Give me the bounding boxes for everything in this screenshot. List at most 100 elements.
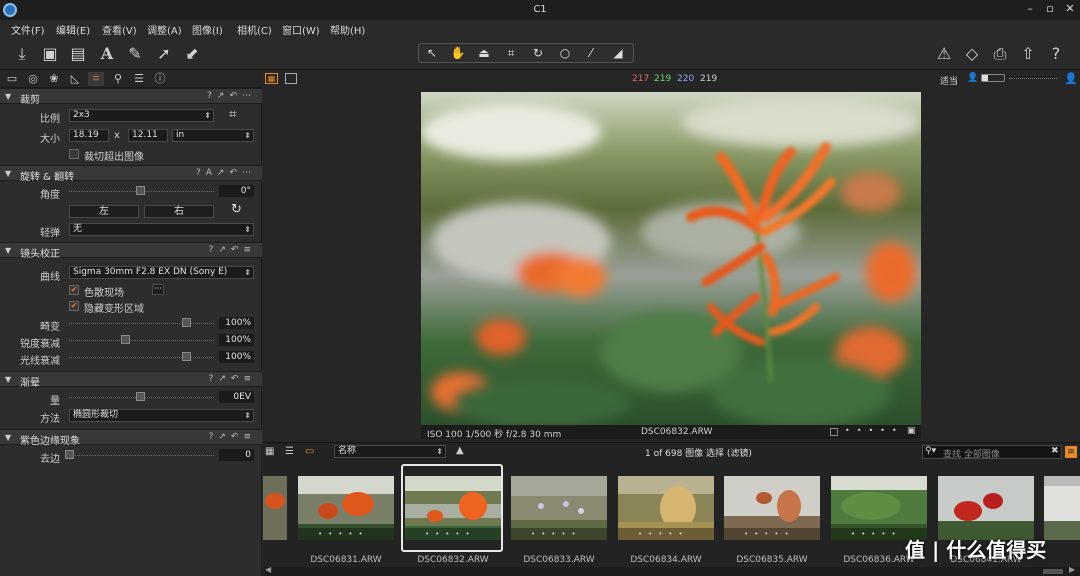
- section-tools[interactable]: ?↗↶≡: [209, 374, 256, 384]
- library-tab-icon[interactable]: ▭: [4, 72, 20, 86]
- zoom-label[interactable]: 适当: [940, 74, 958, 87]
- photo-select-checkbox[interactable]: [830, 428, 838, 436]
- rotate-right-button[interactable]: 右: [144, 205, 214, 218]
- fringe-section-header[interactable]: ▼ 紫色边缘现象 ?↗↶≡: [0, 429, 262, 447]
- height-field[interactable]: 12.11: [128, 129, 168, 142]
- export-icon[interactable]: ▤: [67, 43, 89, 65]
- eraser-icon[interactable]: ◢: [609, 45, 627, 61]
- light-falloff-slider[interactable]: [69, 357, 214, 358]
- section-tools[interactable]: ?A↗↶⋯: [196, 168, 256, 178]
- maximize-icon[interactable]: ▫: [1042, 2, 1058, 15]
- collapse-arrow-icon[interactable]: ▼: [5, 375, 11, 384]
- clear-search-icon[interactable]: ✖: [1051, 446, 1059, 456]
- defringe-slider-knob[interactable]: [65, 450, 74, 459]
- angle-value[interactable]: 0°: [219, 185, 254, 197]
- filmstrip-view-icon[interactable]: ▭: [305, 446, 314, 457]
- rotate-icon[interactable]: ↻: [529, 45, 547, 61]
- minimize-icon[interactable]: –: [1022, 2, 1038, 15]
- arrow-down-left-icon[interactable]: ⬋: [181, 43, 203, 65]
- sharpness-slider-knob[interactable]: [121, 335, 130, 344]
- circle-icon[interactable]: ○: [556, 45, 574, 61]
- menu-file[interactable]: 文件(F): [11, 22, 45, 37]
- vignetting-section-header[interactable]: ▼ 渐晕 ?↗↶≡: [0, 371, 262, 389]
- distortion-slider-knob[interactable]: [182, 318, 191, 327]
- brush-icon[interactable]: ✎: [124, 43, 146, 65]
- hand-icon[interactable]: ✋: [449, 45, 467, 61]
- ratio-select[interactable]: 2x3 ⬍: [69, 109, 214, 122]
- proof-icon[interactable]: ◇: [961, 43, 983, 65]
- distortion-value[interactable]: 100%: [219, 317, 254, 329]
- print-icon[interactable]: ⎙: [989, 43, 1011, 65]
- menu-edit[interactable]: 编辑(E): [56, 22, 90, 37]
- details-tab-icon[interactable]: ⚲: [110, 72, 126, 86]
- menu-camera[interactable]: 相机(C): [237, 22, 272, 37]
- select-icon[interactable]: ↖: [423, 45, 441, 61]
- crop-tool-icon[interactable]: ⌗: [229, 107, 236, 122]
- lens-section-header[interactable]: ▼ 镜头校正 ?↗↶≡: [0, 242, 262, 260]
- lens-profile-select[interactable]: Sigma 30mm F2.8 EX DN (Sony E) ⬍: [69, 266, 254, 279]
- upload-icon[interactable]: ⇧: [1017, 43, 1039, 65]
- rotate-tool-icon[interactable]: ↻: [231, 202, 242, 217]
- angle-slider-knob[interactable]: [136, 186, 145, 195]
- single-view-icon[interactable]: [285, 73, 297, 84]
- main-photo[interactable]: [421, 92, 921, 425]
- keystone-icon[interactable]: ⏏: [475, 45, 493, 61]
- crop-section-header[interactable]: ▼ 裁剪 ?↗↶⋯: [0, 88, 262, 106]
- method-select[interactable]: 椭圆形裁切 ⬍: [69, 409, 254, 422]
- picker-icon[interactable]: ⁄: [582, 45, 600, 61]
- zoom-track[interactable]: [1009, 78, 1057, 79]
- exposure-tab-icon[interactable]: ◺: [67, 72, 83, 86]
- amount-slider-knob[interactable]: [136, 392, 145, 401]
- distortion-slider[interactable]: [69, 323, 214, 324]
- defringe-slider[interactable]: [69, 455, 214, 456]
- info-tab-icon[interactable]: ⓘ: [152, 72, 168, 86]
- collapse-arrow-icon[interactable]: ▼: [5, 169, 11, 178]
- collapse-arrow-icon[interactable]: ▼: [5, 433, 11, 442]
- text-annotation-icon[interactable]: A: [96, 43, 118, 65]
- defringe-value[interactable]: 0: [219, 449, 254, 461]
- arrow-up-right-icon[interactable]: ➚: [153, 43, 175, 65]
- rotate-section-header[interactable]: ▼ 旋转 & 翻转 ?A↗↶⋯: [0, 165, 262, 183]
- close-icon[interactable]: ✕: [1062, 2, 1078, 15]
- thumbnail-rating[interactable]: •••••: [724, 528, 820, 540]
- rating-stars[interactable]: •••••: [845, 426, 904, 435]
- more-options-button[interactable]: ···: [152, 284, 164, 295]
- light-falloff-value[interactable]: 100%: [219, 351, 254, 363]
- sort-direction-icon[interactable]: ▲: [456, 445, 464, 456]
- collapse-arrow-icon[interactable]: ▼: [5, 92, 11, 101]
- width-field[interactable]: 18.19: [69, 129, 109, 142]
- light-falloff-slider-knob[interactable]: [182, 352, 191, 361]
- section-tools[interactable]: ?↗↶≡: [209, 245, 256, 255]
- menu-help[interactable]: 帮助(H): [330, 22, 365, 37]
- filter-icon[interactable]: ≡: [1065, 446, 1077, 458]
- import-icon[interactable]: ⤓: [11, 43, 33, 65]
- thumbnail-rating[interactable]: •••••: [511, 528, 607, 540]
- hide-distorted-checkbox[interactable]: ✔: [69, 301, 79, 311]
- thumbnail-partial[interactable]: [263, 476, 287, 540]
- section-tools[interactable]: ?↗↶≡: [209, 432, 256, 442]
- sharpness-slider[interactable]: [69, 340, 214, 341]
- thumbnail-rating[interactable]: •••••: [405, 528, 501, 540]
- lens-tab-icon[interactable]: ⌗: [88, 72, 104, 86]
- chromatic-checkbox[interactable]: ✔: [69, 285, 79, 295]
- capture-icon[interactable]: ▣: [39, 43, 61, 65]
- thumbnail-rating[interactable]: •••••: [298, 528, 394, 540]
- menu-view[interactable]: 查看(V): [102, 22, 137, 37]
- search-box[interactable]: ⚲▾ 查找 全部图像 ✖: [922, 445, 1062, 460]
- unit-select[interactable]: in ⬍: [172, 129, 254, 142]
- menu-image[interactable]: 图像(I): [192, 22, 223, 37]
- multi-view-icon[interactable]: ▦: [265, 73, 278, 84]
- crop-outside-checkbox[interactable]: [69, 149, 79, 159]
- capture-tab-icon[interactable]: ◎: [25, 72, 41, 86]
- metadata-tab-icon[interactable]: ☰: [131, 72, 147, 86]
- thumbnail-rating[interactable]: •••••: [618, 528, 714, 540]
- amount-value[interactable]: 0EV: [219, 391, 254, 403]
- scroll-left-icon[interactable]: ◀: [265, 565, 271, 574]
- color-tab-icon[interactable]: ❀: [46, 72, 62, 86]
- zoom-slider[interactable]: [981, 74, 1005, 82]
- flip-select[interactable]: 无 ⬍: [69, 223, 254, 236]
- menu-window[interactable]: 窗口(W): [282, 22, 320, 37]
- grid-view-icon[interactable]: ▦: [265, 446, 274, 457]
- zoom-slider-knob[interactable]: [982, 75, 988, 81]
- collapse-arrow-icon[interactable]: ▼: [5, 246, 11, 255]
